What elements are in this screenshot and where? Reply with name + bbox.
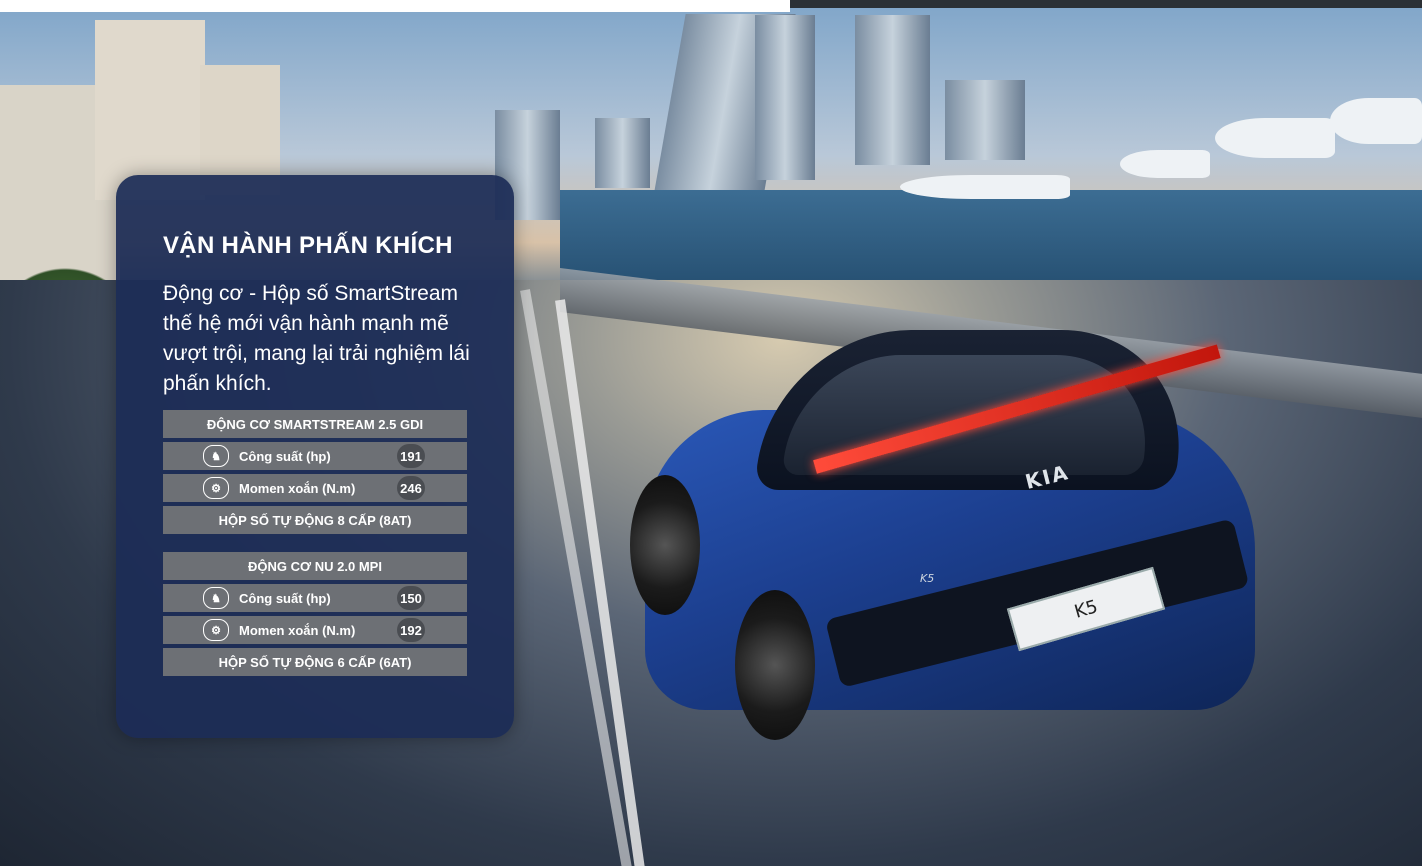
horse-icon: ♞ — [203, 445, 229, 467]
transmission: HỘP SỐ TỰ ĐỘNG 6 CẤP (6AT) — [163, 648, 467, 676]
tower — [595, 118, 650, 188]
power-label: Công suất (hp) — [239, 590, 331, 606]
top-strip — [0, 0, 790, 12]
top-strip-dark — [790, 0, 1422, 8]
gear-icon: ⚙ — [203, 619, 229, 641]
panel-description: Động cơ - Hộp số SmartStream thế hệ mới … — [163, 282, 470, 395]
torque-value: 246 — [397, 476, 425, 500]
power-row: ♞ Công suất (hp) 150 — [163, 584, 467, 612]
panel-title: VẬN HÀNH PHẤN KHÍCH — [163, 232, 453, 259]
torque-label: Momen xoắn (N.m) — [239, 622, 356, 638]
yacht — [1215, 118, 1335, 158]
car-image: KIA K5 K5 — [625, 300, 1275, 740]
wheel — [630, 475, 700, 615]
engine-spec-block: ĐỘNG CƠ SMARTSTREAM 2.5 GDI ♞ Công suất … — [163, 410, 467, 538]
power-value: 150 — [397, 586, 425, 610]
model-badge: K5 — [920, 572, 935, 585]
engine-spec-block: ĐỘNG CƠ NU 2.0 MPI ♞ Công suất (hp) 150 … — [163, 552, 467, 680]
tower — [755, 15, 815, 180]
torque-label: Momen xoắn (N.m) — [239, 480, 356, 496]
yacht — [1330, 98, 1422, 144]
engine-name: ĐỘNG CƠ SMARTSTREAM 2.5 GDI — [163, 410, 467, 438]
power-row: ♞ Công suất (hp) 191 — [163, 442, 467, 470]
gear-icon: ⚙ — [203, 477, 229, 499]
transmission: HỘP SỐ TỰ ĐỘNG 8 CẤP (8AT) — [163, 506, 467, 534]
tower — [855, 15, 930, 165]
power-label: Công suất (hp) — [239, 448, 331, 464]
yacht — [1120, 150, 1210, 178]
torque-row: ⚙ Momen xoắn (N.m) 192 — [163, 616, 467, 644]
wheel — [735, 590, 815, 740]
torque-row: ⚙ Momen xoắn (N.m) 246 — [163, 474, 467, 502]
yacht — [900, 175, 1070, 199]
horse-icon: ♞ — [203, 587, 229, 609]
torque-value: 192 — [397, 618, 425, 642]
engine-name: ĐỘNG CƠ NU 2.0 MPI — [163, 552, 467, 580]
info-panel: VẬN HÀNH PHẤN KHÍCH Động cơ - Hộp số Sma… — [116, 175, 514, 738]
tower — [945, 80, 1025, 160]
building-left — [95, 20, 205, 200]
power-value: 191 — [397, 444, 425, 468]
